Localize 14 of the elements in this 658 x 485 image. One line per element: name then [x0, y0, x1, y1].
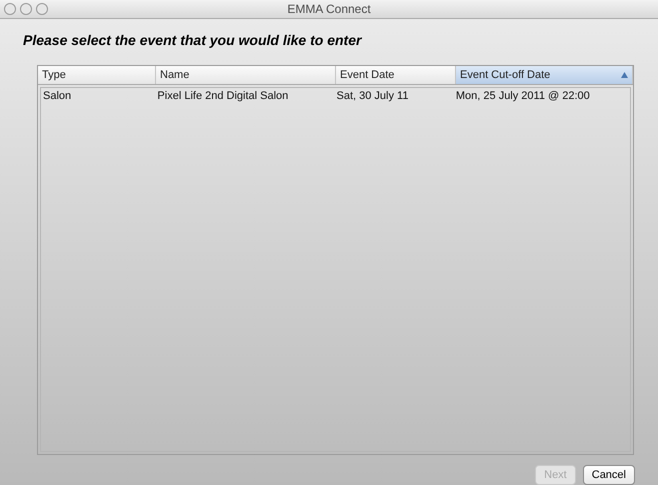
close-icon[interactable]	[4, 3, 16, 15]
instruction-heading: Please select the event that you would like to enter	[23, 32, 362, 48]
column-header[interactable]: Name	[156, 66, 336, 84]
table-cell-text: Sat, 30 July 11	[336, 89, 410, 104]
zoom-icon[interactable]	[36, 3, 48, 15]
table-cell-text: Salon	[42, 89, 72, 104]
table-cell-text: Mon, 25 July 2011 @ 22:00	[454, 89, 591, 104]
minimize-icon[interactable]	[20, 3, 32, 15]
column-header[interactable]: Type	[38, 66, 156, 84]
window-title: EMMA Connect	[287, 1, 371, 18]
dialog-button[interactable]: Cancel	[582, 465, 635, 485]
column-header[interactable]: Event Cut-off Date	[456, 66, 633, 84]
sort-arrow-icon	[621, 72, 628, 78]
table-cell-text: Pixel Life 2nd Digital Salon	[156, 89, 290, 104]
